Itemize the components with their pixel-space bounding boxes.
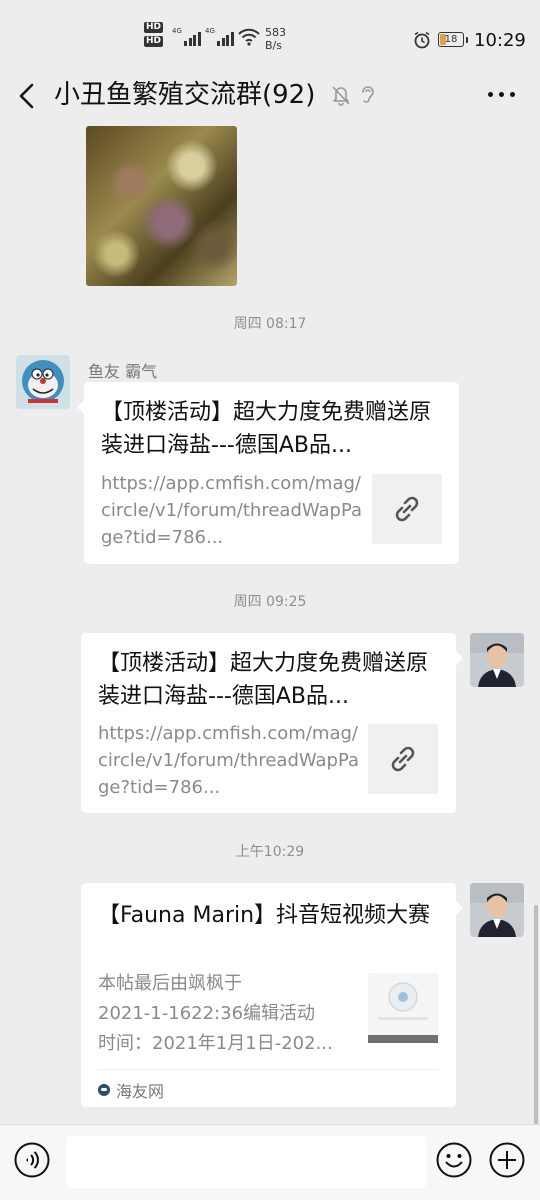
article-card[interactable]: 【Fauna Marin】抖音短视频大赛 本帖最后由飒枫于 2021-1-162…: [81, 883, 463, 1107]
clock: 10:29: [474, 30, 526, 51]
emoji-button[interactable]: [436, 1142, 472, 1178]
chat-header: 小丑鱼繁殖交流群(92): [0, 78, 540, 122]
emoji-icon: [436, 1142, 472, 1178]
link-thumbnail: [372, 474, 442, 544]
link-card-title: 【顶楼活动】超大力度免费赠送原装进口海盐---德国AB品...: [98, 651, 429, 709]
back-icon: [19, 83, 34, 109]
article-source: 海友网: [98, 1069, 439, 1102]
message-input[interactable]: [66, 1136, 426, 1188]
source-logo-icon: [98, 1084, 110, 1096]
timestamp: 周四 08:17: [233, 316, 307, 332]
network-speed: 583 B/s: [265, 26, 286, 52]
earpiece-icon: [362, 86, 374, 103]
more-actions-button[interactable]: [489, 1142, 525, 1178]
sender-name: 鱼友 霸气: [88, 362, 158, 381]
timestamp: 周四 09:25: [233, 594, 307, 610]
timestamp: 上午10:29: [235, 844, 305, 860]
mute-bell-icon: [332, 86, 350, 106]
hd-badge: HD: [144, 36, 164, 47]
back-button[interactable]: [14, 80, 44, 112]
link-card[interactable]: 【顶楼活动】超大力度免费赠送原装进口海盐---德国AB品... https://…: [77, 382, 459, 564]
avatar[interactable]: [470, 633, 524, 687]
avatar[interactable]: [470, 883, 524, 937]
link-thumbnail: [368, 724, 438, 794]
link-card-title: 【顶楼活动】超大力度免费赠送原装进口海盐---德国AB品...: [101, 400, 432, 458]
image-message[interactable]: [86, 126, 237, 286]
plus-icon: [489, 1142, 525, 1178]
wifi-icon: [238, 28, 260, 50]
scrollbar[interactable]: [534, 905, 538, 1125]
article-card-desc: 本帖最后由飒枫于 2021-1-1622:36编辑活动 时间：2021年1月1日…: [98, 973, 333, 1054]
alarm-icon: [413, 31, 431, 53]
status-bar: HD HD 4G 4G 583 B/s 18 10:29: [0, 0, 540, 78]
link-icon: [395, 496, 419, 522]
voice-button[interactable]: [14, 1142, 50, 1178]
link-card-url: https://app.cmfish.com/mag/circle/v1/for…: [101, 473, 363, 548]
input-bar: [0, 1124, 540, 1200]
battery-indicator: 18: [438, 32, 468, 47]
article-thumbnail: [368, 973, 438, 1043]
link-card-url: https://app.cmfish.com/mag/circle/v1/for…: [98, 723, 360, 798]
signal-label: 4G: [172, 27, 182, 35]
more-button[interactable]: [488, 92, 515, 97]
chat-title: 小丑鱼繁殖交流群(92): [54, 80, 316, 110]
article-card-title: 【Fauna Marin】抖音短视频大赛: [98, 903, 431, 928]
signal-label: 4G: [205, 27, 215, 35]
link-card[interactable]: 【顶楼活动】超大力度免费赠送原装进口海盐---德国AB品... https://…: [81, 633, 463, 813]
more-icon: [488, 92, 493, 97]
network-indicator: HD HD: [144, 22, 164, 50]
signal-1-icon: 4G: [172, 28, 201, 46]
link-icon: [391, 746, 415, 772]
voice-icon: [14, 1142, 50, 1178]
avatar[interactable]: [16, 355, 70, 409]
hd-badge: HD: [144, 22, 164, 33]
signal-2-icon: 4G: [205, 28, 234, 46]
